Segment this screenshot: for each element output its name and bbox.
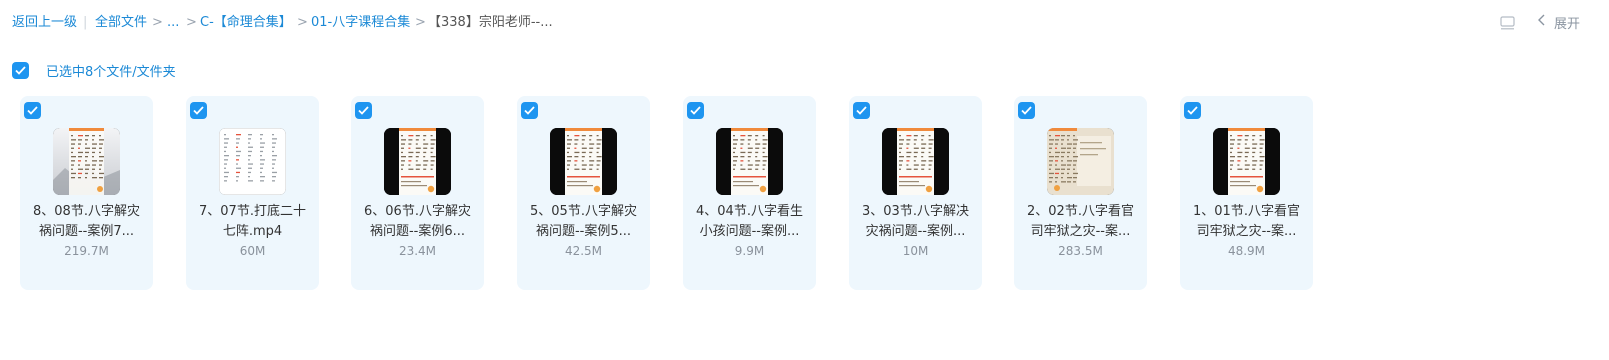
file-name-line1: 6、06节.八字解灾 <box>364 204 471 219</box>
file-checkbox[interactable] <box>24 102 41 119</box>
file-tile-4[interactable]: 5、05节.八字解灾 祸问题--案例5... 42.5M <box>517 96 650 290</box>
file-size: 10M <box>902 244 929 258</box>
file-name: 6、06节.八字解灾 祸问题--案例6... <box>357 202 478 242</box>
selection-count: 已选中8个文件/文件夹 <box>46 64 176 80</box>
file-name: 5、05节.八字解灾 祸问题--案例5... <box>523 202 644 242</box>
file-name-line2: 司牢狱之灾--案... <box>1196 224 1297 239</box>
file-size: 23.4M <box>398 244 437 258</box>
breadcrumb-divider: | <box>83 15 88 30</box>
breadcrumb-folder-bazi[interactable]: 01-八字课程合集 <box>311 14 410 32</box>
file-name: 1、01节.八字看官 司牢狱之灾--案... <box>1186 202 1307 242</box>
file-checkbox[interactable] <box>687 102 704 119</box>
file-checkbox[interactable] <box>1018 102 1035 119</box>
breadcrumb-folder-mingli[interactable]: C-【命理合集】 <box>200 14 292 32</box>
file-name: 4、04节.八字看生 小孩问题--案例... <box>689 202 810 242</box>
file-size: 60M <box>239 244 266 258</box>
top-bar: 返回上一级 | 全部文件 > ... > C-【命理合集】 > 01-八字课程合… <box>0 0 1609 46</box>
select-all-checkbox[interactable] <box>12 61 29 79</box>
file-name: 7、07节.打底二十 七阵.mp4 <box>192 202 313 242</box>
file-thumbnail <box>53 128 120 195</box>
file-name: 3、03节.八字解决 灾祸问题--案例... <box>855 202 976 242</box>
check-icon <box>856 106 867 115</box>
file-thumbnail <box>384 128 451 195</box>
file-thumbnail <box>882 128 949 195</box>
file-name: 2、02节.八字看官 司牢狱之灾--案... <box>1020 202 1141 242</box>
breadcrumb-ellipsis[interactable]: ... <box>167 14 179 32</box>
file-thumbnail <box>1047 128 1114 195</box>
breadcrumb-separator: > <box>152 15 163 30</box>
file-name-line2: 祸问题--案例6... <box>369 224 466 239</box>
check-icon <box>193 106 204 115</box>
check-icon <box>27 106 38 115</box>
file-tile-3[interactable]: 6、06节.八字解灾 祸问题--案例6... 23.4M <box>351 96 484 290</box>
file-thumbnail <box>219 128 286 195</box>
file-name-line2: 小孩问题--案例... <box>699 224 800 239</box>
file-name-line1: 2、02节.八字看官 <box>1027 204 1134 219</box>
selection-bar: 已选中8个文件/文件夹 <box>12 61 176 80</box>
panel-icon[interactable] <box>1500 15 1515 30</box>
expand-label: 展开 <box>1554 16 1581 32</box>
file-thumbnail <box>550 128 617 195</box>
file-tile-6[interactable]: 3、03节.八字解决 灾祸问题--案例... 10M <box>849 96 982 290</box>
file-tile-7[interactable]: 2、02节.八字看官 司牢狱之灾--案... 283.5M <box>1014 96 1147 290</box>
file-tile-8[interactable]: 1、01节.八字看官 司牢狱之灾--案... 48.9M <box>1180 96 1313 290</box>
breadcrumb-separator: > <box>186 15 197 30</box>
breadcrumb-all-files[interactable]: 全部文件 <box>95 14 147 32</box>
file-grid: 8、08节.八字解灾 祸问题--案例7... 219.7M 7、07节.打底二十… <box>20 96 1350 292</box>
file-name-line2: 灾祸问题--案例... <box>865 224 966 239</box>
file-checkbox[interactable] <box>853 102 870 119</box>
check-icon <box>15 65 26 75</box>
file-name-line2: 司牢狱之灾--案... <box>1030 224 1131 239</box>
file-name-line1: 5、05节.八字解灾 <box>530 204 637 219</box>
file-name-line1: 3、03节.八字解决 <box>862 204 969 219</box>
file-checkbox[interactable] <box>521 102 538 119</box>
file-size: 283.5M <box>1058 244 1103 258</box>
file-tile-5[interactable]: 4、04节.八字看生 小孩问题--案例... 9.9M <box>683 96 816 290</box>
file-name-line1: 1、01节.八字看官 <box>1193 204 1300 219</box>
breadcrumb-separator: > <box>415 15 426 30</box>
file-size: 48.9M <box>1227 244 1266 258</box>
file-tile-1[interactable]: 8、08节.八字解灾 祸问题--案例7... 219.7M <box>20 96 153 290</box>
file-size: 9.9M <box>734 244 765 258</box>
file-name-line2: 七阵.mp4 <box>222 224 283 239</box>
file-checkbox[interactable] <box>190 102 207 119</box>
check-icon <box>1021 106 1032 115</box>
file-size: 42.5M <box>564 244 603 258</box>
file-name-line2: 祸问题--案例5... <box>535 224 632 239</box>
file-name: 8、08节.八字解灾 祸问题--案例7... <box>26 202 147 242</box>
file-checkbox[interactable] <box>355 102 372 119</box>
file-name-line1: 7、07节.打底二十 <box>199 204 306 219</box>
expand-button[interactable]: 展开 <box>1537 12 1580 32</box>
file-thumbnail <box>1213 128 1280 195</box>
breadcrumb-current: 【338】宗阳老师--... <box>428 15 553 30</box>
check-icon <box>690 106 701 115</box>
check-icon <box>524 106 535 115</box>
check-icon <box>1187 106 1198 115</box>
check-icon <box>358 106 369 115</box>
breadcrumb-separator: > <box>297 15 308 30</box>
file-name-line2: 祸问题--案例7... <box>38 224 135 239</box>
file-name-line1: 4、04节.八字看生 <box>696 204 803 219</box>
back-link[interactable]: 返回上一级 <box>12 14 77 32</box>
file-tile-2[interactable]: 7、07节.打底二十 七阵.mp4 60M <box>186 96 319 290</box>
file-thumbnail <box>716 128 783 195</box>
file-checkbox[interactable] <box>1184 102 1201 119</box>
file-size: 219.7M <box>64 244 109 258</box>
chevron-left-icon <box>1537 14 1546 30</box>
file-name-line1: 8、08节.八字解灾 <box>33 204 140 219</box>
